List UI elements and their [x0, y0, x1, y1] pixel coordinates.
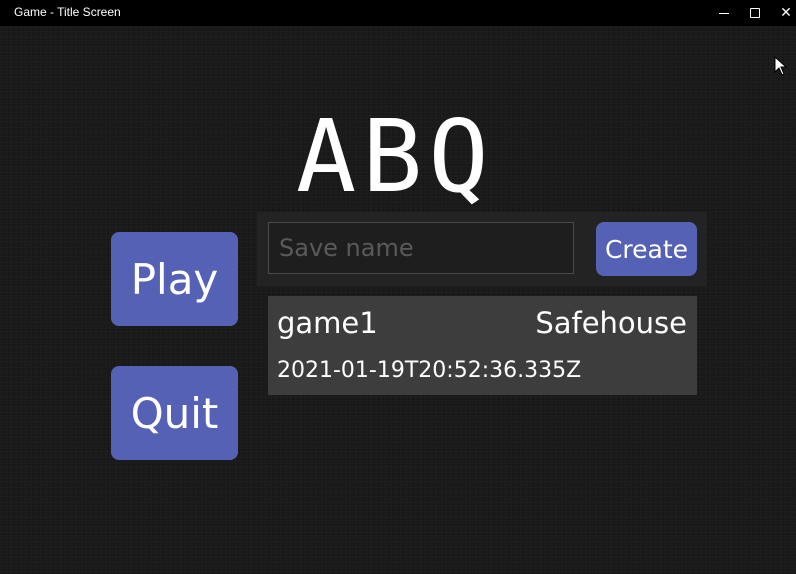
quit-button[interactable]: Quit — [111, 366, 238, 460]
play-button[interactable]: Play — [111, 232, 238, 326]
create-button[interactable]: Create — [596, 222, 697, 276]
save-name-input[interactable] — [268, 222, 574, 274]
title-bar[interactable]: Game - Title Screen ✕ — [0, 0, 796, 26]
game-window: Game - Title Screen ✕ ABQ Play Quit Crea… — [0, 0, 796, 574]
maximize-icon — [750, 8, 760, 18]
close-button[interactable]: ✕ — [768, 0, 796, 26]
save-slot-name: game1 — [277, 306, 378, 340]
save-slot-location: Safehouse — [535, 306, 687, 340]
close-icon: ✕ — [780, 5, 792, 21]
game-title-logo: ABQ — [296, 98, 495, 215]
save-slot-timestamp: 2021-01-19T20:52:36.335Z — [277, 358, 582, 383]
minimize-icon — [719, 12, 729, 14]
save-slot[interactable]: game1 Safehouse 2021-01-19T20:52:36.335Z — [268, 296, 697, 395]
mouse-cursor-icon — [774, 56, 788, 76]
new-save-panel: Create — [257, 212, 707, 286]
window-title: Game - Title Screen — [14, 5, 121, 19]
